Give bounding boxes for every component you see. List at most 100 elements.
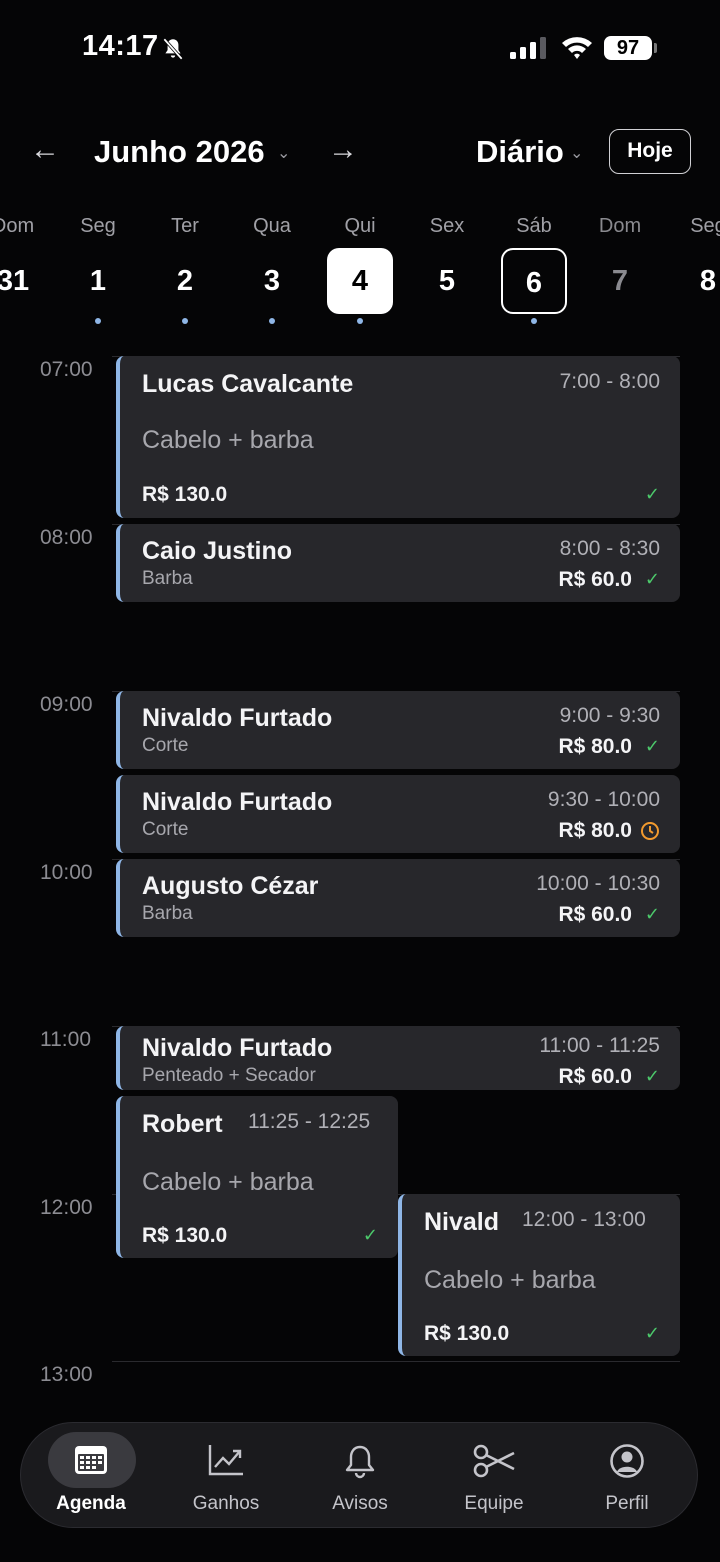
battery-tip [654, 43, 657, 53]
appointment-card[interactable]: Augusto Cézar Barba 10:00 - 10:30 R$ 60.… [116, 859, 680, 937]
appointment-card[interactable]: Nivaldo Furtado Corte 9:00 - 9:30 R$ 80.… [116, 691, 680, 769]
day-number: 2 [176, 265, 194, 297]
tab-ganhos[interactable]: Ganhos [161, 1423, 291, 1527]
hour-label: 10:00 [40, 861, 93, 884]
day-number: 1 [89, 265, 107, 297]
service-name: Corte [142, 735, 189, 756]
chart-icon [208, 1445, 243, 1476]
today-button[interactable]: Hoje [609, 129, 691, 174]
bell-icon [345, 1445, 375, 1479]
bottom-navigation: Agenda Ganhos Avisos Equipe Perfil [20, 1422, 698, 1528]
client-name: Nivald [424, 1208, 500, 1236]
tab-label: Avisos [332, 1493, 388, 1514]
service-name: Cabelo + barba [142, 426, 314, 454]
appointment-price: R$ 130.0 [142, 483, 228, 506]
check-icon: ✓ [644, 1066, 660, 1086]
status-time: 14:17 [82, 30, 159, 62]
client-name: Augusto Cézar [142, 872, 319, 900]
clock-pending-icon [641, 822, 659, 840]
day-number: 7 [611, 265, 629, 297]
day-sex-5[interactable]: Sex 5 [407, 212, 487, 314]
view-selector[interactable]: Diário [476, 134, 564, 170]
profile-icon [610, 1444, 644, 1478]
check-icon: ✓ [644, 736, 660, 756]
day-number: 6 [501, 248, 567, 314]
day-seg-1[interactable]: Seg 1 [58, 212, 138, 324]
service-name: Barba [142, 568, 193, 589]
hour-label: 11:00 [40, 1028, 91, 1051]
client-name: Lucas Cavalcante [142, 370, 354, 398]
day-number: 8 [699, 265, 717, 297]
tab-agenda[interactable]: Agenda [26, 1423, 156, 1527]
tab-perfil[interactable]: Perfil [562, 1423, 692, 1527]
weekday-label: Qua [253, 215, 291, 237]
appointment-time: 11:00 - 11:25 [539, 1034, 660, 1057]
day-seg-8[interactable]: Seg 8 [668, 212, 720, 314]
weekday-label: Ter [171, 215, 199, 237]
month-selector[interactable]: Junho 2026 [94, 134, 265, 170]
has-appointments-dot [531, 318, 537, 324]
appointment-price: R$ 80.0 [558, 735, 632, 758]
weekday-label: Sex [429, 215, 465, 237]
appointment-card[interactable]: Nivald 12:00 - 13:00 Cabelo + barba R$ 1… [398, 1194, 680, 1356]
service-name: Barba [142, 903, 193, 924]
wifi-icon [562, 37, 592, 59]
day-qui-4[interactable]: Qui 4 [320, 212, 400, 324]
scissors-icon [473, 1444, 515, 1478]
weekday-label: Qui [344, 215, 376, 237]
appointment-card[interactable]: Robert 11:25 - 12:25 Cabelo + barba R$ 1… [116, 1096, 398, 1258]
tab-avisos[interactable]: Avisos [295, 1423, 425, 1527]
client-name: Nivaldo Furtado [142, 704, 333, 732]
appointment-price: R$ 130.0 [142, 1224, 228, 1247]
appointment-card[interactable]: Nivaldo Furtado Corte 9:30 - 10:00 R$ 80… [116, 775, 680, 853]
has-appointments-dot [182, 318, 188, 324]
hour-label: 13:00 [40, 1363, 93, 1386]
appointment-time: 12:00 - 13:00 [522, 1208, 646, 1231]
day-qua-3[interactable]: Qua 3 [232, 212, 312, 324]
weekday-label: Dom [0, 215, 35, 237]
weekday-label: Seg [690, 215, 720, 237]
appointment-time: 11:25 - 12:25 [248, 1110, 371, 1133]
appointment-time: 9:30 - 10:00 [547, 788, 660, 811]
tab-equipe[interactable]: Equipe [429, 1423, 559, 1527]
next-month-arrow-icon[interactable]: → [328, 133, 358, 167]
signal-icon [510, 37, 546, 59]
weekday-label: Seg [80, 215, 116, 237]
has-appointments-dot [357, 318, 363, 324]
check-icon: ✓ [644, 904, 660, 924]
day-dom-31[interactable]: Dom 31 [0, 212, 53, 314]
appointment-card[interactable]: Lucas Cavalcante 7:00 - 8:00 Cabelo + ba… [116, 356, 680, 518]
appointment-price: R$ 60.0 [558, 568, 632, 591]
appointment-price: R$ 130.0 [424, 1322, 510, 1345]
has-appointments-dot [95, 318, 101, 324]
client-name: Nivaldo Furtado [142, 788, 333, 816]
day-sáb-6[interactable]: Sáb 6 [494, 212, 574, 324]
day-number: 31 [0, 265, 30, 297]
weekday-label: Dom [598, 215, 642, 237]
hour-label: 07:00 [40, 358, 93, 381]
hour-label: 08:00 [40, 526, 93, 549]
appointment-price: R$ 60.0 [558, 1065, 632, 1088]
day-number: 3 [263, 265, 281, 297]
service-name: Cabelo + barba [142, 1168, 314, 1196]
client-name: Robert [142, 1110, 223, 1138]
client-name: Caio Justino [142, 537, 293, 565]
appointment-card[interactable]: Nivaldo Furtado Penteado + Secador 11:00… [116, 1026, 680, 1090]
day-dom-7[interactable]: Dom 7 [580, 212, 660, 314]
appointment-card[interactable]: Caio Justino Barba 8:00 - 8:30 R$ 60.0 ✓ [116, 524, 680, 602]
has-appointments-dot [269, 318, 275, 324]
day-number: 5 [438, 265, 456, 297]
chevron-down-icon[interactable]: ⌄ [277, 143, 290, 163]
chevron-down-icon[interactable]: ⌄ [570, 143, 583, 163]
appointment-time: 7:00 - 8:00 [559, 370, 660, 393]
day-number: 4 [327, 248, 393, 314]
tab-label: Equipe [464, 1493, 524, 1514]
tab-label: Agenda [56, 1493, 126, 1514]
appointment-time: 9:00 - 9:30 [559, 704, 660, 727]
prev-month-arrow-icon[interactable]: ← [30, 133, 60, 167]
weekday-label: Sáb [516, 215, 552, 237]
day-ter-2[interactable]: Ter 2 [145, 212, 225, 324]
hour-divider [112, 1361, 680, 1362]
hour-label: 09:00 [40, 693, 93, 716]
tab-label: Perfil [605, 1493, 649, 1514]
